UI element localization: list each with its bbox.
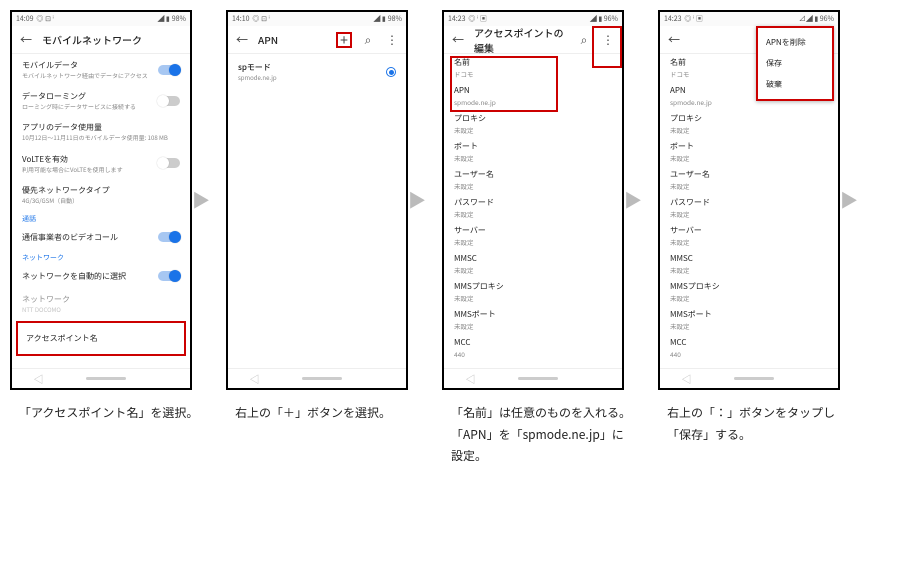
apn-field-mmsプロキシ[interactable]: MMSプロキシ未設定	[444, 278, 622, 306]
phone-screen-2: 14:10◎ ⊡ ⁱ ◢ ▮98% ← APN + ⌕ ⋮ spモードspmod…	[226, 10, 408, 390]
apn-field-サーバー[interactable]: サーバー未設定	[660, 222, 838, 250]
auto-select-row[interactable]: ネットワークを自動的に選択	[12, 265, 190, 288]
apn-radio[interactable]	[386, 67, 396, 77]
apn-field-mcc[interactable]: MCC440	[444, 334, 622, 362]
phone-screen-3: 14:23◎ ⁱ ▣ ◢ ▮ 96% ← アクセスポイントの編集 ⌕ ⋮ 名前ド…	[442, 10, 624, 390]
step-arrow-icon: ▶	[408, 187, 426, 213]
nav-bar: ◁	[660, 368, 838, 388]
status-bar: 14:23◎ ⁱ ▣ ⊿◢ ▮ 96%	[660, 12, 838, 26]
nav-home-pill[interactable]	[86, 377, 126, 380]
apn-field-ユーザー名[interactable]: ユーザー名未設定	[660, 166, 838, 194]
add-icon[interactable]: +	[336, 32, 352, 48]
section-call: 通話	[12, 210, 190, 226]
apn-field-ユーザー名[interactable]: ユーザー名未設定	[444, 166, 622, 194]
auto-select-switch[interactable]	[158, 271, 180, 281]
volte-row[interactable]: VoLTEを有効利用可能な場合にVoLTEを使用します	[12, 148, 190, 179]
phone-screen-4: 14:23◎ ⁱ ▣ ⊿◢ ▮ 96% ← アクセスポイントの編集 名前ドコモA…	[658, 10, 840, 390]
caption-4: 右上の「：」ボタンをタップし「保存」する。	[667, 402, 849, 445]
app-bar: ← APN + ⌕ ⋮	[228, 26, 406, 54]
nav-bar: ◁	[228, 368, 406, 388]
apn-field-mmsc[interactable]: MMSC未設定	[444, 250, 622, 278]
phone-screen-1: 14:09◎ ⊡ ⁱ ◢ ▮98% ← モバイルネットワーク モバイルデータモバ…	[10, 10, 192, 390]
settings-list: モバイルデータモバイルネットワーク経由でデータにアクセス データローミングローミ…	[12, 54, 190, 368]
apn-field-パスワード[interactable]: パスワード未設定	[660, 194, 838, 222]
roaming-switch[interactable]	[158, 96, 180, 106]
caption-3: 「名前」は任意のものを入れる。「APN」を「spmode.ne.jp」に設定。	[451, 402, 633, 467]
back-icon[interactable]: ←	[18, 32, 34, 48]
nav-bar: ◁	[12, 368, 190, 388]
volte-switch[interactable]	[158, 158, 180, 168]
back-icon[interactable]: ←	[666, 32, 682, 48]
search-icon[interactable]: ⌕	[576, 32, 592, 48]
menu-save[interactable]: 保存	[758, 53, 832, 74]
apn-field-mmsプロキシ[interactable]: MMSプロキシ未設定	[660, 278, 838, 306]
data-roaming-row[interactable]: データローミングローミング時にデータサービスに接続する	[12, 85, 190, 116]
step-arrow-icon: ▶	[192, 187, 210, 213]
battery-pct: 98%	[172, 14, 186, 24]
menu-discard[interactable]: 破棄	[758, 74, 832, 95]
back-icon[interactable]: ←	[234, 32, 250, 48]
apn-list-item[interactable]: spモードspmode.ne.jp	[228, 54, 406, 90]
menu-delete-apn[interactable]: APNを削除	[758, 32, 832, 53]
mobile-data-switch[interactable]	[158, 65, 180, 75]
status-bar: 14:09◎ ⊡ ⁱ ◢ ▮98%	[12, 12, 190, 26]
apn-field-プロキシ[interactable]: プロキシ未設定	[444, 110, 622, 138]
apn-edit-form: 名前ドコモAPNspmode.ne.jpプロキシ未設定ポート未設定ユーザー名未設…	[660, 54, 838, 368]
page-title: モバイルネットワーク	[42, 32, 184, 47]
clock: 14:23	[448, 14, 466, 24]
apn-field-apn[interactable]: APNspmode.ne.jp	[444, 82, 622, 110]
apn-field-mmsポート[interactable]: MMSポート未設定	[444, 306, 622, 334]
step-arrow-icon: ▶	[840, 187, 858, 213]
apn-field-mcc[interactable]: MCC440	[660, 334, 838, 362]
apn-field-プロキシ[interactable]: プロキシ未設定	[660, 110, 838, 138]
overflow-menu: APNを削除 保存 破棄	[756, 26, 834, 101]
nav-bar: ◁	[444, 368, 622, 388]
apn-field-ポート[interactable]: ポート未設定	[444, 138, 622, 166]
apn-edit-form: 名前ドコモAPNspmode.ne.jpプロキシ未設定ポート未設定ユーザー名未設…	[444, 54, 622, 368]
apn-field-ポート[interactable]: ポート未設定	[660, 138, 838, 166]
page-title: アクセスポイントの編集	[474, 25, 568, 55]
caption-2: 右上の「＋」ボタンを選択。	[235, 402, 417, 424]
apn-row[interactable]: アクセスポイント名	[16, 321, 186, 356]
clock: 14:23	[664, 14, 682, 24]
apn-field-mmsポート[interactable]: MMSポート未設定	[660, 306, 838, 334]
apn-field-mmsc[interactable]: MMSC未設定	[660, 250, 838, 278]
caption-1: 「アクセスポイント名」を選択。	[19, 402, 201, 424]
apn-field-サーバー[interactable]: サーバー未設定	[444, 222, 622, 250]
back-icon[interactable]: ←	[450, 32, 466, 48]
search-icon[interactable]: ⌕	[360, 32, 376, 48]
network-name-row: ネットワークNTT DOCOMO	[12, 288, 190, 319]
overflow-icon[interactable]: ⋮	[600, 32, 616, 48]
step-arrow-icon: ▶	[624, 187, 642, 213]
apn-field-名前[interactable]: 名前ドコモ	[444, 54, 622, 82]
apn-field-パスワード[interactable]: パスワード未設定	[444, 194, 622, 222]
carrier-video-row[interactable]: 通信事業者のビデオコール	[12, 226, 190, 249]
nav-back-icon[interactable]: ◁	[33, 371, 43, 386]
mobile-data-row[interactable]: モバイルデータモバイルネットワーク経由でデータにアクセス	[12, 54, 190, 85]
clock: 14:09	[16, 14, 34, 24]
preferred-network-row[interactable]: 優先ネットワークタイプ4G/3G/GSM（自動）	[12, 179, 190, 210]
app-bar: ← アクセスポイントの編集 ⌕ ⋮	[444, 26, 622, 54]
section-network: ネットワーク	[12, 249, 190, 265]
data-usage-row[interactable]: アプリのデータ使用量10月12日〜11月11日のモバイルデータ使用量: 108 …	[12, 116, 190, 147]
status-bar: 14:10◎ ⊡ ⁱ ◢ ▮98%	[228, 12, 406, 26]
app-bar: ← モバイルネットワーク	[12, 26, 190, 54]
carrier-video-switch[interactable]	[158, 232, 180, 242]
page-title: APN	[258, 32, 328, 47]
clock: 14:10	[232, 14, 250, 24]
overflow-icon[interactable]: ⋮	[384, 32, 400, 48]
